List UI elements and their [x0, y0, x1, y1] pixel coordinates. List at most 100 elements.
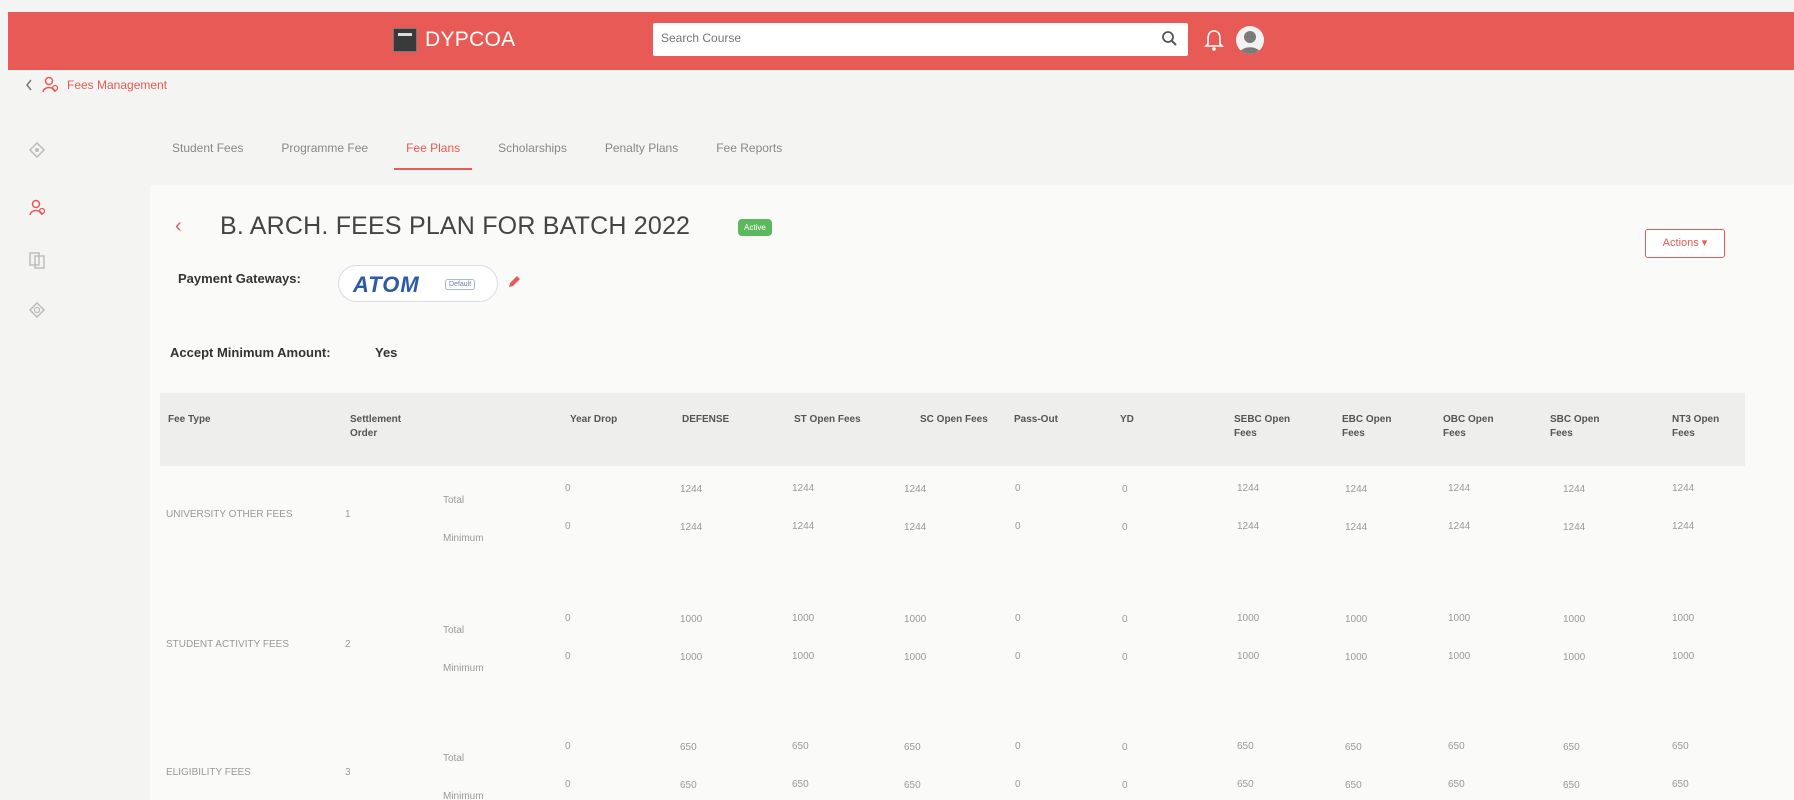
defense-cell: 650	[680, 742, 697, 753]
atom-logo: ATOM	[353, 272, 420, 297]
sc-open-fees-cell: 1244	[904, 522, 927, 533]
page-title: B. ARCH. FEES PLAN FOR BATCH 2022	[220, 212, 691, 240]
year-drop-cell: 0	[565, 613, 571, 624]
ebc-open-fees-cell: 650	[1345, 742, 1362, 753]
sebc-open-fees-cell: 1244	[1237, 521, 1260, 532]
defense-cell: 1244	[680, 522, 703, 533]
tab-fee-plans[interactable]: Fee Plans	[394, 136, 473, 170]
fees-management-icon	[42, 76, 59, 93]
default-tag: Default	[445, 279, 476, 290]
sc-open-fees-cell: 1000	[904, 614, 927, 625]
year-drop-cell: 0	[565, 651, 571, 662]
user-icon	[1239, 31, 1261, 54]
edit-pencil-icon[interactable]	[506, 274, 522, 290]
yd-cell: 0	[1122, 522, 1128, 533]
search-box	[653, 23, 1188, 56]
settlement-order-cell: 1	[345, 509, 351, 520]
header-year-drop: Year Drop	[570, 414, 618, 425]
pass-out-cell: 0	[1015, 613, 1021, 624]
breadcrumb-label[interactable]: Fees Management	[67, 78, 167, 92]
fee-type-cell: UNIVERSITY OTHER FEES	[166, 509, 293, 520]
sbc-open-fees-cell: 650	[1563, 780, 1580, 791]
yd-cell: 0	[1122, 780, 1128, 791]
back-chevron-icon[interactable]: ‹	[175, 215, 182, 238]
fees-tabs: Student Fees Programme Fee Fee Plans Sch…	[160, 136, 808, 170]
users-fees-icon[interactable]	[27, 198, 47, 218]
payment-gateway-chip[interactable]: ATOM Default	[338, 265, 498, 302]
header-st-open-fees: ST Open Fees	[794, 414, 861, 425]
brand-logo[interactable]: DYPCOA	[393, 28, 516, 52]
ebc-open-fees-cell: 1000	[1345, 652, 1368, 663]
header-yd: YD	[1120, 414, 1134, 425]
ebc-open-fees-cell: 1244	[1345, 484, 1368, 495]
brand-name: DYPCOA	[425, 28, 516, 51]
yd-cell: 0	[1122, 652, 1128, 663]
sebc-open-fees-cell: 650	[1237, 741, 1254, 752]
header-obc-open-fees: OBC Open Fees	[1443, 414, 1494, 439]
sebc-open-fees-cell: 1000	[1237, 651, 1260, 662]
header-settlement-order: Settlement Order	[350, 414, 402, 439]
sc-open-fees-cell: 650	[904, 742, 921, 753]
year-drop-cell: 0	[565, 483, 571, 494]
nt3-open-fees-cell: 1244	[1672, 483, 1695, 494]
sbc-open-fees-cell: 1244	[1563, 484, 1586, 495]
actions-button[interactable]: Actions ▾	[1645, 229, 1725, 258]
line-label-cell: Total	[443, 495, 465, 506]
header-sc-open-fees: SC Open Fees	[920, 414, 988, 425]
sbc-open-fees-cell: 1244	[1563, 522, 1586, 533]
header-nt3-open-fees: NT3 Open Fees	[1672, 414, 1720, 439]
pass-out-cell: 0	[1015, 521, 1021, 532]
header-pass-out: Pass-Out	[1014, 414, 1058, 425]
tag-icon[interactable]	[27, 140, 47, 160]
tab-student-fees[interactable]: Student Fees	[160, 136, 255, 170]
logo-icon	[393, 28, 417, 52]
obc-open-fees-cell: 650	[1448, 779, 1465, 790]
chevron-left-icon[interactable]	[25, 79, 33, 91]
defense-cell: 650	[680, 780, 697, 791]
obc-open-fees-cell: 1000	[1448, 651, 1471, 662]
sebc-open-fees-cell: 650	[1237, 779, 1254, 790]
line-label-cell: Total	[443, 753, 465, 764]
header-sbc-open-fees: SBC Open Fees	[1550, 414, 1600, 439]
nt3-open-fees-cell: 650	[1672, 741, 1689, 752]
obc-open-fees-cell: 1244	[1448, 483, 1471, 494]
top-navbar: DYPCOA	[8, 12, 1794, 70]
yd-cell: 0	[1122, 614, 1128, 625]
sebc-open-fees-cell: 1244	[1237, 483, 1260, 494]
tab-penalty-plans[interactable]: Penalty Plans	[593, 136, 690, 170]
notification-bell-icon[interactable]	[1203, 28, 1225, 52]
search-input[interactable]	[661, 31, 1141, 45]
nt3-open-fees-cell: 1000	[1672, 651, 1695, 662]
fee-type-cell: STUDENT ACTIVITY FEES	[166, 639, 289, 650]
sbc-open-fees-cell: 1000	[1563, 652, 1586, 663]
accept-minimum-label: Accept Minimum Amount:	[170, 345, 331, 360]
sc-open-fees-cell: 1244	[904, 484, 927, 495]
search-icon[interactable]	[1160, 29, 1180, 49]
st-open-fees-cell: 1244	[792, 483, 815, 494]
breadcrumb: Fees Management	[25, 76, 167, 94]
year-drop-cell: 0	[565, 741, 571, 752]
nt3-open-fees-cell: 650	[1672, 779, 1689, 790]
fee-table-header: Fee Type Settlement Order Year Drop DEFE…	[160, 393, 1745, 466]
header-defense: DEFENSE	[682, 414, 730, 425]
obc-open-fees-cell: 650	[1448, 741, 1465, 752]
tab-programme-fee[interactable]: Programme Fee	[269, 136, 380, 170]
sbc-open-fees-cell: 1000	[1563, 614, 1586, 625]
line-label-cell: Minimum	[443, 791, 484, 800]
header-sebc-open-fees: SEBC Open Fees	[1234, 414, 1291, 439]
settings-tag-icon[interactable]	[27, 300, 47, 320]
pass-out-cell: 0	[1015, 483, 1021, 494]
settlement-order-cell: 3	[345, 767, 351, 778]
defense-cell: 1244	[680, 484, 703, 495]
documents-icon[interactable]	[27, 250, 47, 270]
tab-scholarships[interactable]: Scholarships	[486, 136, 579, 170]
user-avatar[interactable]	[1236, 26, 1264, 54]
status-badge: Active	[738, 219, 772, 236]
line-label-cell: Minimum	[443, 663, 484, 674]
year-drop-cell: 0	[565, 779, 571, 790]
yd-cell: 0	[1122, 484, 1128, 495]
ebc-open-fees-cell: 1244	[1345, 522, 1368, 533]
pass-out-cell: 0	[1015, 741, 1021, 752]
year-drop-cell: 0	[565, 521, 571, 532]
tab-fee-reports[interactable]: Fee Reports	[704, 136, 794, 170]
